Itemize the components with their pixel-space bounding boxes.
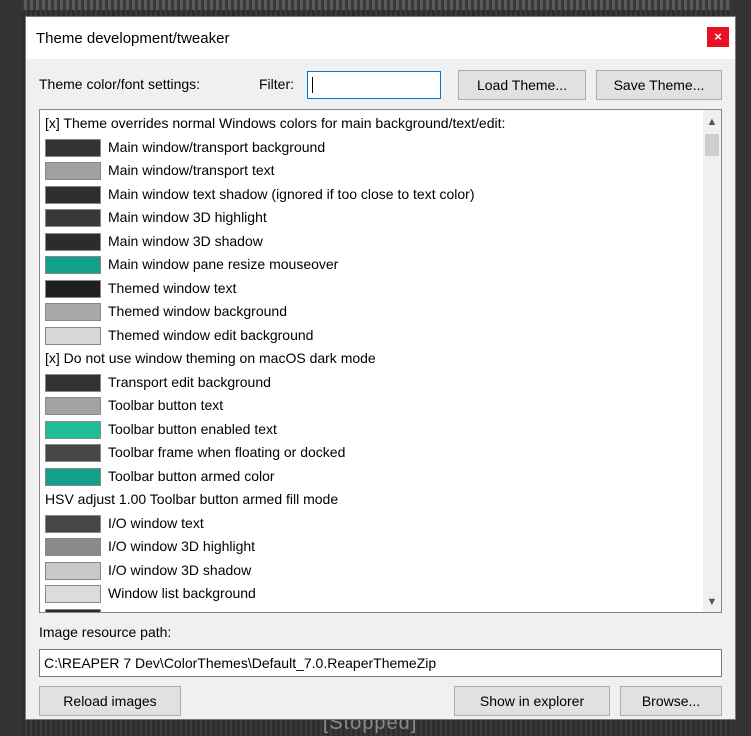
color-swatch[interactable] bbox=[45, 608, 101, 612]
scroll-up-icon[interactable]: ▲ bbox=[706, 116, 718, 128]
list-item[interactable]: I/O window 3D highlight bbox=[45, 535, 695, 558]
list-item-label: Toolbar button enabled text bbox=[108, 420, 277, 437]
list-item[interactable]: Window list text bbox=[45, 606, 695, 613]
list-scrollbar[interactable]: ▲ ▼ bbox=[703, 110, 721, 612]
filter-label: Filter: bbox=[259, 76, 294, 92]
save-theme-button[interactable]: Save Theme... bbox=[596, 70, 722, 100]
list-item[interactable]: Main window 3D highlight bbox=[45, 206, 695, 229]
list-item-label: Themed window edit background bbox=[108, 326, 314, 343]
list-item[interactable]: Themed window text bbox=[45, 277, 695, 300]
image-path-label: Image resource path: bbox=[39, 624, 172, 640]
load-theme-button[interactable]: Load Theme... bbox=[458, 70, 586, 100]
list-item-label: Transport edit background bbox=[108, 373, 271, 390]
text-caret bbox=[312, 77, 313, 93]
color-swatch[interactable] bbox=[45, 279, 101, 298]
list-item[interactable]: I/O window 3D shadow bbox=[45, 559, 695, 582]
close-button[interactable]: × bbox=[707, 27, 729, 47]
list-item[interactable]: Window list background bbox=[45, 582, 695, 605]
color-swatch[interactable] bbox=[45, 397, 101, 415]
reload-images-button[interactable]: Reload images bbox=[39, 686, 181, 716]
list-item[interactable]: Toolbar button text bbox=[45, 394, 695, 417]
color-swatch[interactable] bbox=[45, 303, 101, 321]
close-icon: × bbox=[714, 29, 722, 44]
background-ruler bbox=[0, 0, 751, 10]
list-item-label: Themed window text bbox=[108, 279, 237, 296]
list-item[interactable]: Main window 3D shadow bbox=[45, 230, 695, 253]
color-swatch[interactable] bbox=[45, 561, 101, 580]
image-path-input[interactable]: C:\REAPER 7 Dev\ColorThemes\Default_7.0.… bbox=[39, 649, 722, 677]
list-item-label: Main window 3D highlight bbox=[108, 209, 267, 225]
color-swatch[interactable] bbox=[45, 138, 101, 157]
settings-label: Theme color/font settings: bbox=[39, 76, 201, 92]
list-item-label: Themed window background bbox=[108, 303, 287, 319]
show-in-explorer-button[interactable]: Show in explorer bbox=[454, 686, 610, 716]
list-item[interactable]: Main window text shadow (ignored if too … bbox=[45, 183, 695, 206]
list-item-label: Toolbar frame when floating or docked bbox=[108, 444, 346, 460]
list-item[interactable]: Main window/transport background bbox=[45, 136, 695, 159]
color-swatch[interactable] bbox=[45, 514, 101, 533]
list-item-label: [x] Do not use window theming on macOS d… bbox=[45, 350, 376, 366]
scroll-thumb[interactable] bbox=[705, 134, 719, 156]
list-item-label: Window list background bbox=[108, 585, 256, 601]
list-item[interactable]: Themed window background bbox=[45, 300, 695, 323]
list-item[interactable]: I/O window text bbox=[45, 512, 695, 535]
color-swatch[interactable] bbox=[45, 162, 101, 180]
color-swatch[interactable] bbox=[45, 326, 101, 345]
filter-input[interactable] bbox=[307, 71, 441, 99]
scroll-down-icon[interactable]: ▼ bbox=[706, 596, 718, 608]
list-item[interactable]: [x] Theme overrides normal Windows color… bbox=[45, 112, 695, 135]
list-item-label: Main window/transport text bbox=[108, 162, 275, 178]
background-track-panel bbox=[0, 0, 22, 736]
color-swatch[interactable] bbox=[45, 185, 101, 204]
color-swatch[interactable] bbox=[45, 420, 101, 439]
list-item[interactable]: Toolbar button enabled text bbox=[45, 418, 695, 441]
browse-button[interactable]: Browse... bbox=[620, 686, 722, 716]
list-item[interactable]: Main window/transport text bbox=[45, 159, 695, 182]
theme-tweaker-dialog: Theme development/tweaker × Theme color/… bbox=[25, 16, 736, 720]
list-item[interactable]: [x] Do not use window theming on macOS d… bbox=[45, 347, 695, 370]
list-item-label: I/O window 3D shadow bbox=[108, 561, 252, 578]
list-item[interactable]: Toolbar button armed color bbox=[45, 465, 695, 488]
color-swatch[interactable] bbox=[45, 444, 101, 462]
list-item[interactable]: HSV adjust 1.00 Toolbar button armed fil… bbox=[45, 488, 695, 511]
list-item[interactable]: Themed window edit background bbox=[45, 324, 695, 347]
list-item-label: Window list text bbox=[108, 606, 205, 613]
list-item-label: Toolbar button text bbox=[108, 397, 224, 413]
color-swatch[interactable] bbox=[45, 232, 101, 251]
list-item-label: Main window/transport background bbox=[108, 138, 326, 155]
list-item-label: I/O window 3D highlight bbox=[108, 538, 256, 554]
list-item-label: Main window pane resize mouseover bbox=[108, 256, 339, 272]
dialog-title: Theme development/tweaker bbox=[36, 30, 230, 47]
color-swatch[interactable] bbox=[45, 538, 101, 556]
list-item-label: Toolbar button armed color bbox=[108, 467, 275, 484]
color-swatch[interactable] bbox=[45, 373, 101, 392]
list-item[interactable]: Toolbar frame when floating or docked bbox=[45, 441, 695, 464]
color-swatch[interactable] bbox=[45, 256, 101, 274]
list-item-label: Main window 3D shadow bbox=[108, 232, 263, 249]
list-item[interactable]: Transport edit background bbox=[45, 371, 695, 394]
list-item-label: Main window text shadow (ignored if too … bbox=[108, 185, 475, 202]
color-swatch[interactable] bbox=[45, 585, 101, 603]
list-item[interactable]: Main window pane resize mouseover bbox=[45, 253, 695, 276]
color-settings-list[interactable]: [x] Theme overrides normal Windows color… bbox=[39, 109, 722, 613]
list-item-label: HSV adjust 1.00 Toolbar button armed fil… bbox=[45, 491, 339, 507]
color-swatch[interactable] bbox=[45, 467, 101, 486]
list-item-label: I/O window text bbox=[108, 514, 204, 531]
title-bar[interactable]: Theme development/tweaker × bbox=[26, 17, 735, 59]
color-swatch[interactable] bbox=[45, 209, 101, 227]
list-item-label: [x] Theme overrides normal Windows color… bbox=[45, 115, 506, 131]
